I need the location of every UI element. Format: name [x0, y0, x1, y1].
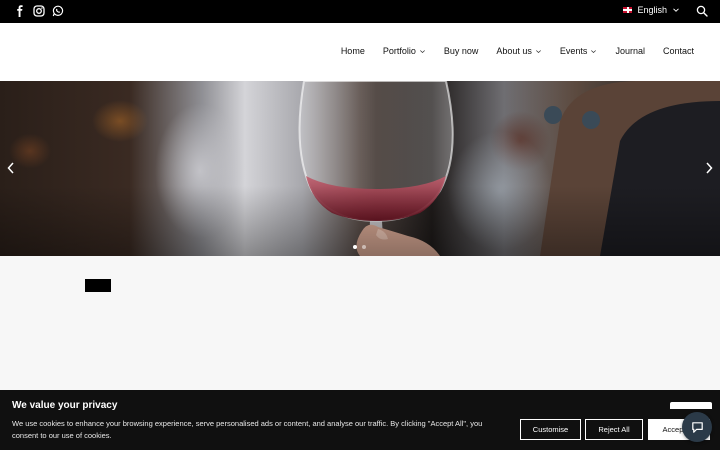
slider-next-arrow-icon[interactable] [704, 161, 714, 175]
language-selector[interactable]: English [623, 5, 680, 15]
site-header: Home Portfolio Buy now About us Events J… [0, 23, 720, 81]
uk-flag-icon [623, 7, 633, 13]
nav-item-about-us[interactable]: About us [496, 46, 542, 56]
nav-item-home[interactable]: Home [341, 46, 365, 56]
nav-item-events[interactable]: Events [560, 46, 598, 56]
slider-dots [353, 245, 366, 249]
cookie-description: We use cookies to enhance your browsing … [12, 419, 483, 440]
language-label: English [637, 5, 667, 15]
slider-prev-arrow-icon[interactable] [6, 161, 16, 175]
chat-button[interactable] [682, 412, 712, 442]
chevron-down-icon [535, 49, 541, 53]
nav-label: Home [340, 46, 365, 56]
nav-item-journal[interactable]: Journal [615, 46, 645, 56]
reject-all-button[interactable]: Reject All [585, 419, 643, 440]
content-block-placeholder [85, 279, 111, 292]
slider-dot-1[interactable] [353, 245, 357, 249]
whatsapp-icon[interactable] [52, 5, 64, 17]
cookie-banner: We value your privacy We use cookies to … [0, 390, 720, 450]
nav-item-buy-now[interactable]: Buy now [444, 46, 479, 56]
chat-bubble-icon [691, 421, 703, 433]
nav-label: About us [496, 46, 532, 56]
cookie-banner-tab[interactable] [670, 402, 712, 409]
nav-label: Portfolio [382, 46, 416, 56]
nav-item-portfolio[interactable]: Portfolio [383, 46, 426, 56]
social-links [14, 5, 64, 17]
nav-label: Journal [615, 46, 645, 56]
nav-label: Contact [662, 46, 694, 56]
cookie-title: We value your privacy [12, 400, 118, 411]
facebook-icon[interactable] [14, 5, 26, 17]
nav-label: Buy now [443, 46, 479, 56]
main-nav: Home Portfolio Buy now About us Events J… [341, 46, 694, 56]
nav-label: Events [559, 46, 588, 56]
chevron-down-icon [419, 49, 425, 53]
instagram-icon[interactable] [33, 5, 45, 17]
search-icon[interactable] [696, 5, 708, 17]
nav-item-contact[interactable]: Contact [663, 46, 694, 56]
hero-slider [0, 81, 720, 256]
slider-dot-2[interactable] [362, 245, 366, 249]
chevron-down-icon [591, 49, 597, 53]
chevron-down-icon [673, 8, 679, 12]
customise-button[interactable]: Customise [520, 419, 581, 440]
top-bar: English [0, 0, 720, 23]
